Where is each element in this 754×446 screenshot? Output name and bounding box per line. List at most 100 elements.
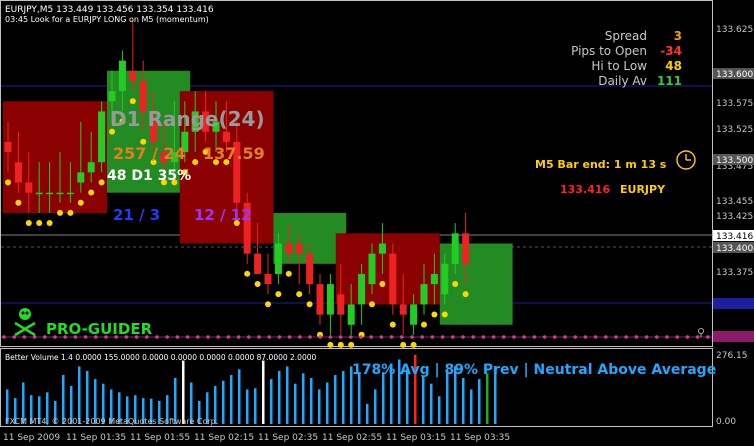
base-dot <box>206 335 210 339</box>
candle-body <box>66 192 74 195</box>
base-dot <box>461 335 465 339</box>
signal-dot <box>15 199 22 206</box>
time-label: 11 Sep 03:15 <box>386 433 446 443</box>
candle-body <box>46 192 54 195</box>
candle-body <box>77 172 85 183</box>
base-dot <box>400 335 404 339</box>
candle-body <box>4 141 12 153</box>
volume-bar <box>310 377 313 424</box>
signal-dot <box>88 189 95 196</box>
base-dot <box>706 335 710 339</box>
base-dot <box>328 335 333 339</box>
signal-dot <box>306 301 313 308</box>
volume-bar <box>342 371 345 424</box>
volume-bar <box>182 360 185 424</box>
base-dot <box>522 335 526 339</box>
signal-dot <box>192 159 199 166</box>
volume-bar <box>374 389 377 424</box>
candle-body <box>451 233 459 264</box>
volume-bar <box>366 403 369 424</box>
base-dot <box>451 335 455 339</box>
candle-body <box>462 233 470 264</box>
volume-bar <box>262 360 265 424</box>
pips-value: -34 <box>660 44 682 58</box>
signal-dot <box>254 280 261 287</box>
base-dot <box>349 335 353 339</box>
volume-bar <box>254 388 257 424</box>
time-axis: 11 Sep 2009 11 Sep 01:35 11 Sep 01:55 11… <box>3 433 510 443</box>
volume-bar <box>358 373 361 424</box>
price-label-current: 133.416 <box>716 232 753 242</box>
signal-dot <box>462 291 469 298</box>
volume-title: Better Volume 1.4 0.0000 155.0000 0.0000… <box>5 353 316 362</box>
volume-summary: 178% Avg | 89% Prev | Neutral Above Aver… <box>352 362 716 378</box>
base-dot <box>491 335 496 339</box>
base-dot <box>420 335 425 339</box>
time-label: 11 Sep 2009 <box>3 433 60 443</box>
hilo-value: 48 <box>665 59 682 73</box>
signal-dot <box>285 270 292 277</box>
base-dot <box>216 335 220 339</box>
tick-label: 133.425 <box>716 212 753 222</box>
tick-label: 133.575 <box>716 99 753 109</box>
tick-label: 133.455 <box>716 197 753 207</box>
base-dot <box>2 335 6 339</box>
signal-dot <box>25 220 32 227</box>
volume-bar <box>318 389 321 424</box>
candle-body <box>129 70 137 81</box>
base-dot <box>165 335 169 339</box>
price-chart[interactable]: EURJPY,M5 133.449 133.456 133.354 133.41… <box>0 0 754 446</box>
candle-body <box>306 253 314 285</box>
volume-scale-top: 276.15 <box>716 351 748 361</box>
base-dot <box>155 335 159 339</box>
candle-body <box>56 192 64 195</box>
base-dot <box>236 335 241 339</box>
base-dot <box>440 335 445 339</box>
base-dot <box>196 335 200 339</box>
d1-pct: 48 D1 35% <box>107 168 191 184</box>
volume-bar <box>382 372 385 424</box>
daily-label: Daily Av <box>598 74 647 88</box>
base-dot <box>634 335 639 339</box>
volume-bar <box>422 375 425 424</box>
time-label: 11 Sep 02:55 <box>322 433 382 443</box>
pair-text: EURJPY <box>620 183 666 196</box>
base-dot <box>22 335 27 339</box>
base-dot <box>563 335 567 339</box>
signal-dot <box>129 98 136 105</box>
base-dot <box>665 335 669 339</box>
price-label-highlight: 133.600 <box>716 70 753 80</box>
signal-dot <box>400 341 407 348</box>
candle-body <box>326 284 334 315</box>
base-dot <box>338 335 343 339</box>
candle-body <box>254 253 262 274</box>
base-dot <box>430 335 435 339</box>
base-dot <box>675 335 679 339</box>
candle-body <box>98 111 106 163</box>
volume-bar <box>222 380 225 424</box>
signal-dot <box>36 220 43 227</box>
d1-range-label: D1 Range(24) <box>110 107 265 131</box>
candle-body <box>118 60 126 92</box>
volume-bar <box>286 366 289 424</box>
signal-dot <box>337 341 344 348</box>
candle-body <box>347 304 355 325</box>
volume-bar <box>486 373 489 424</box>
base-dot <box>287 335 292 339</box>
candle-body <box>87 162 95 173</box>
base-dot <box>512 335 516 339</box>
signal-dot <box>5 179 11 186</box>
time-label: 11 Sep 02:35 <box>258 433 318 443</box>
spread-value: 3 <box>674 29 682 43</box>
base-dot <box>247 335 251 339</box>
volume-scale-bottom: 0.00 <box>716 417 736 427</box>
base-dot <box>532 335 537 339</box>
ratio-purple: 12 / 12 <box>194 206 252 224</box>
brand-text: PRO-GUIDER <box>46 320 153 338</box>
base-dot <box>308 335 312 339</box>
price-label-highlight: 133.500 <box>716 156 753 166</box>
ratio-blue: 21 / 3 <box>113 206 160 224</box>
crosshair-icon: ⚲ <box>697 326 705 339</box>
candle-body <box>378 243 386 254</box>
signal-dot <box>67 209 74 216</box>
